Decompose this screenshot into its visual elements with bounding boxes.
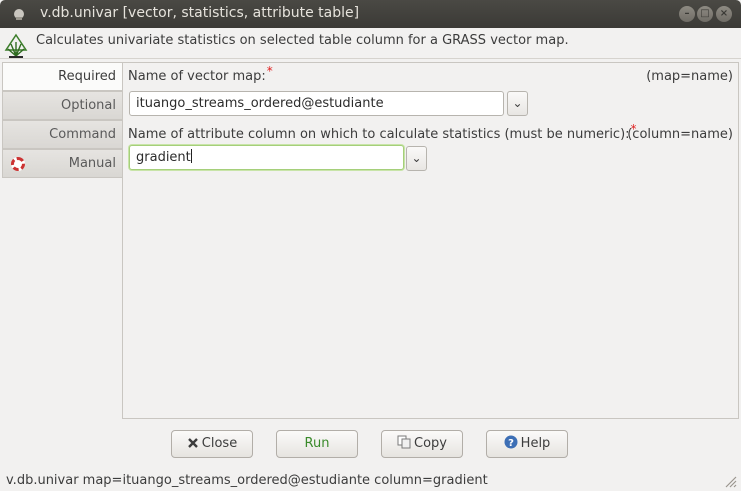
required-mark: * <box>266 64 273 78</box>
minimize-icon[interactable]: – <box>679 6 695 22</box>
command-status: v.db.univar map=ituango_streams_ordered@… <box>6 473 488 488</box>
lifebuoy-icon <box>11 157 25 171</box>
map-label-text: Name of vector map: <box>128 69 266 84</box>
map-hint: (map=name) <box>646 69 733 84</box>
vector-map-value: ituango_streams_ordered@estudiante <box>136 96 384 111</box>
tab-optional[interactable]: Optional <box>2 91 123 120</box>
required-page: Name of vector map:* (map=name) ituango_… <box>122 62 739 419</box>
attribute-column-value: gradient <box>136 150 191 165</box>
help-button-label: Help <box>520 436 551 451</box>
grass-logo-icon <box>4 33 28 58</box>
chevron-down-icon: ⌄ <box>411 151 422 165</box>
close-button[interactable]: Close <box>171 430 253 458</box>
tab-required[interactable]: Required <box>2 62 123 91</box>
copy-icon <box>397 433 411 459</box>
module-description: Calculates univariate statistics on sele… <box>36 33 569 48</box>
vector-map-dropdown[interactable]: ⌄ <box>507 91 528 116</box>
text-cursor <box>190 149 192 163</box>
resize-grip-icon[interactable] <box>723 474 737 488</box>
title-bar[interactable]: v.db.univar [vector, statistics, attribu… <box>0 0 741 28</box>
vector-map-input[interactable]: ituango_streams_ordered@estudiante <box>129 91 504 116</box>
run-button-label: Run <box>304 436 330 451</box>
app-menu-icon[interactable] <box>14 9 24 20</box>
column-label-text: Name of attribute column on which to cal… <box>128 127 630 142</box>
run-button[interactable]: Run <box>276 430 358 458</box>
column-label: Name of attribute column on which to cal… <box>128 122 637 142</box>
tab-label: Optional <box>61 98 116 113</box>
header-divider <box>0 58 741 59</box>
tab-command-output[interactable]: Command output <box>2 120 123 169</box>
window-title: v.db.univar [vector, statistics, attribu… <box>40 5 360 21</box>
tab-label: Manual <box>68 156 116 171</box>
tab-manual[interactable]: Manual <box>2 149 123 178</box>
tab-label: Required <box>58 69 116 84</box>
attribute-column-input[interactable]: gradient <box>129 145 404 170</box>
close-window-icon[interactable]: × <box>716 6 732 22</box>
chevron-down-icon: ⌄ <box>512 96 523 110</box>
notebook-tabs: Required Optional Command output Manual <box>2 62 123 178</box>
column-hint: (column=name) <box>627 127 733 142</box>
close-button-label: Close <box>201 436 238 451</box>
maximize-icon[interactable]: □ <box>697 6 713 22</box>
help-button[interactable]: ? Help <box>486 430 568 458</box>
attribute-column-dropdown[interactable]: ⌄ <box>406 146 427 171</box>
map-label: Name of vector map:* <box>128 64 273 84</box>
close-icon <box>187 433 199 459</box>
help-icon: ? <box>504 433 518 459</box>
copy-button-label: Copy <box>414 436 447 451</box>
copy-button[interactable]: Copy <box>381 430 463 458</box>
svg-text:?: ? <box>508 438 514 449</box>
